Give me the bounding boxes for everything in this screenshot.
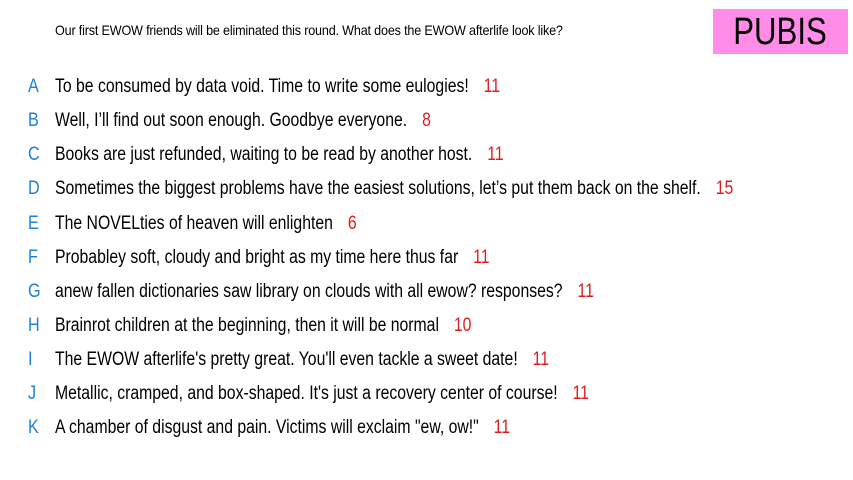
- response-row: E The NOVELties of heaven will enlighten…: [0, 209, 853, 239]
- response-row: B Well, I’ll find out soon enough. Goodb…: [0, 106, 853, 136]
- response-score: 11: [493, 417, 511, 438]
- response-row: C Books are just refunded, waiting to be…: [0, 140, 853, 170]
- response-letter: C: [28, 144, 40, 165]
- response-text: Books are just refunded, waiting to be r…: [55, 144, 473, 165]
- response-text: Well, I’ll find out soon enough. Goodbye…: [55, 110, 408, 131]
- response-score: 10: [453, 315, 472, 336]
- response-score: 8: [422, 110, 431, 131]
- response-row: F Probabley soft, cloudy and bright as m…: [0, 243, 853, 273]
- response-text: Sometimes the biggest problems have the …: [55, 178, 701, 199]
- response-letter: A: [28, 76, 39, 97]
- response-score: 11: [572, 383, 589, 404]
- response-row: J Metallic, cramped, and box-shaped. It'…: [0, 379, 853, 409]
- response-text: Metallic, cramped, and box-shaped. It's …: [55, 383, 558, 404]
- category-badge: PUBIS: [713, 9, 848, 54]
- response-letter: H: [28, 315, 40, 336]
- response-text: Brainrot children at the beginning, then…: [55, 315, 439, 336]
- badge-label: PUBIS: [733, 10, 828, 53]
- response-letter: J: [28, 383, 37, 404]
- response-row: G anew fallen dictionaries saw library o…: [0, 277, 853, 307]
- response-row: A To be consumed by data void. Time to w…: [0, 72, 853, 102]
- response-letter: F: [28, 247, 38, 268]
- response-letter: D: [28, 178, 40, 199]
- response-text: To be consumed by data void. Time to wri…: [55, 76, 469, 97]
- response-score: 11: [532, 349, 550, 370]
- response-text: Probabley soft, cloudy and bright as my …: [55, 247, 459, 268]
- response-row: K A chamber of disgust and pain. Victims…: [0, 413, 853, 443]
- response-row: H Brainrot children at the beginning, th…: [0, 311, 853, 341]
- response-score: 6: [347, 213, 357, 234]
- response-text: anew fallen dictionaries saw library on …: [55, 281, 563, 302]
- prompt-text: Our first EWOW friends will be eliminate…: [55, 22, 563, 38]
- response-score: 11: [483, 76, 501, 97]
- response-row: D Sometimes the biggest problems have th…: [0, 174, 853, 204]
- response-score: 15: [715, 178, 734, 199]
- response-text: The EWOW afterlife's pretty great. You'l…: [55, 349, 518, 370]
- response-letter: I: [28, 349, 33, 370]
- response-score: 11: [487, 144, 504, 165]
- response-row: I The EWOW afterlife's pretty great. You…: [0, 345, 853, 375]
- response-letter: B: [28, 110, 39, 131]
- response-score: 11: [473, 247, 490, 268]
- response-text: The NOVELties of heaven will enlighten: [55, 213, 333, 234]
- response-letter: G: [28, 281, 41, 302]
- response-letter: K: [28, 417, 39, 438]
- response-text: A chamber of disgust and pain. Victims w…: [55, 417, 479, 438]
- response-letter: E: [28, 213, 39, 234]
- response-score: 11: [577, 281, 594, 302]
